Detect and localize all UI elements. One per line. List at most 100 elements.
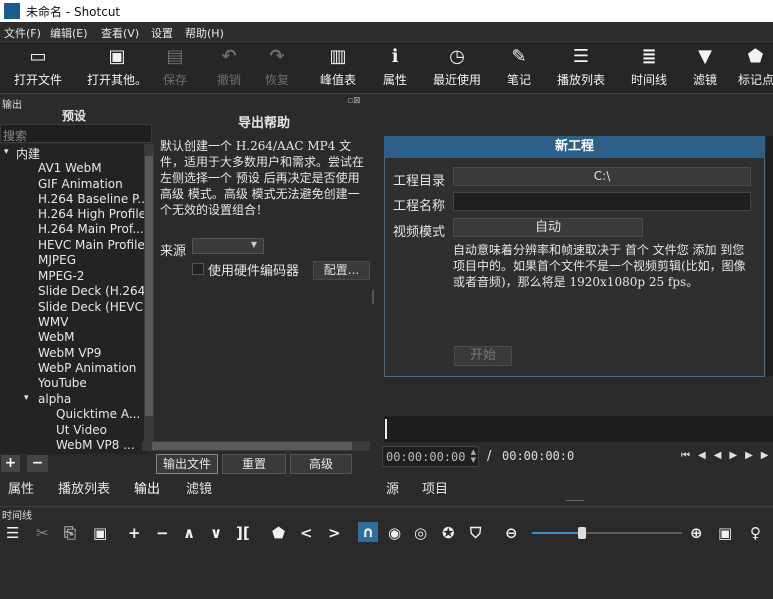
preset-item[interactable]: Quicktime A... [56,407,140,421]
project-name-input[interactable] [453,192,751,211]
tab-filters[interactable]: 滤镜 [186,478,212,497]
save-button[interactable]: ▤ 保存 [158,46,192,88]
player-tabbar: 源 项目 [384,476,773,498]
preset-scrollbar[interactable] [144,144,154,444]
preset-item[interactable]: Slide Deck (H.264) [38,284,150,298]
redo-button[interactable]: ↷ 恢复 [260,46,294,88]
preset-item[interactable]: WebM VP9 [38,346,101,360]
expand-arrow-icon[interactable]: ▾ [24,393,29,403]
scrub-icon[interactable]: ◉ [388,524,401,542]
zoom-slider[interactable] [532,527,682,539]
previous-marker-icon[interactable]: < [300,524,313,542]
ripple-all-icon[interactable]: ✪ [442,524,455,542]
export-file-button[interactable]: 输出文件 [156,454,218,474]
preset-item[interactable]: H.264 Main Prof... [38,222,144,236]
panel-splitter[interactable] [372,290,374,304]
copy-icon[interactable]: ⎘ [64,524,76,542]
snap-icon[interactable]: ∩ [358,522,378,542]
video-mode-select[interactable]: 自动 [453,218,643,237]
record-audio-icon[interactable]: ♀ [750,524,761,542]
preset-item[interactable]: HEVC Main Profile [38,238,145,252]
export-horizontal-scrollbar[interactable] [142,441,370,451]
zoom-out-icon[interactable]: ⊖ [505,524,518,542]
expand-arrow-icon[interactable]: ▾ [4,147,9,157]
menu-icon[interactable]: ☰ [6,524,19,542]
dock-float-close-icon[interactable]: ▫⊠ [347,96,361,106]
play-icon[interactable]: ▶ [729,450,745,461]
menu-edit[interactable]: 编辑(E) [50,25,88,41]
menu-file[interactable]: 文件(F) [4,25,41,41]
preset-item[interactable]: YouTube [38,376,87,390]
preset-item[interactable]: Slide Deck (HEVC) [38,300,148,314]
menu-settings[interactable]: 设置 [151,25,173,41]
playlist-button[interactable]: ☰ 播放列表 [552,46,610,88]
timeline-button[interactable]: ≣ 时间线 [626,46,672,88]
zoom-in-icon[interactable]: ⊕ [690,524,703,542]
tab-project[interactable]: 项目 [422,478,448,497]
playhead[interactable] [385,419,387,439]
project-dir-button[interactable]: C:\ [453,167,751,186]
timeline-tracks-area[interactable] [0,546,773,599]
timecode-input[interactable]: 00:00:00:00 ▲ ▼ [382,446,479,467]
zoom-slider-handle[interactable] [578,527,586,539]
horizontal-scrollbar-thumb[interactable] [152,442,352,450]
paste-icon[interactable]: ▣ [93,524,107,542]
preset-scrollbar-thumb[interactable] [145,156,153,416]
filter-button[interactable]: ▼ 滤镜 [688,46,722,88]
append-icon[interactable]: + [128,524,141,542]
add-preset-button[interactable]: + [1,455,20,472]
skip-previous-icon[interactable]: ⏮ [681,450,698,461]
preset-item[interactable]: WMV [38,315,68,329]
preset-item[interactable]: WebM [38,330,75,344]
rewind-icon[interactable]: ◀◀ [698,450,729,461]
zoom-fit-icon[interactable]: ▣ [718,524,732,542]
tab-export[interactable]: 输出 [134,478,160,497]
start-button[interactable]: 开始 [454,346,512,366]
source-select[interactable]: ▼ [192,238,264,254]
preset-item[interactable]: AV1 WebM [38,161,102,175]
split-icon[interactable]: ][ [236,524,250,542]
fast-forward-icon[interactable]: ▶▶ [745,450,773,461]
ripple-markers-icon[interactable]: ⛉ [470,524,481,542]
configure-button[interactable]: 配置... [313,261,370,280]
open-file-button[interactable]: ▭ 打开文件 [8,46,68,88]
builtin-group[interactable]: 内建 [16,145,40,162]
preset-search-input[interactable]: 搜索 [0,124,152,143]
ripple-icon[interactable]: ◎ [414,524,427,542]
undo-button[interactable]: ↶ 撤销 [212,46,246,88]
menu-help[interactable]: 帮助(H) [185,25,224,41]
recent-button[interactable]: ◷ 最近使用 [428,46,486,88]
preset-item[interactable]: MPEG-2 [38,269,84,283]
preset-item[interactable]: MJPEG [38,253,76,267]
open-other-button[interactable]: ▣ 打开其他。 [84,46,150,88]
hw-encoder-checkbox[interactable] [192,263,204,275]
tab-playlist[interactable]: 播放列表 [58,478,110,497]
menu-view[interactable]: 查看(V) [101,25,139,41]
lift-icon[interactable]: ∧ [183,524,195,542]
preset-item[interactable]: WebM VP8 ... [56,438,135,452]
tab-properties[interactable]: 属性 [8,478,34,497]
reset-button[interactable]: 重置 [222,454,286,474]
advanced-button[interactable]: 高级 [290,454,352,474]
tab-source[interactable]: 源 [386,478,399,497]
alpha-group[interactable]: alpha [38,392,71,406]
player-scrubber[interactable] [384,416,773,442]
notes-button[interactable]: ✎ 笔记 [502,46,536,88]
remove-preset-button[interactable]: − [27,455,48,472]
next-marker-icon[interactable]: > [328,524,341,542]
markers-button[interactable]: ⬟ 标记点 [738,46,773,88]
overwrite-icon[interactable]: ∨ [210,524,222,542]
cut-icon[interactable]: ✂ [36,524,49,542]
preset-item[interactable]: Ut Video [56,423,107,437]
properties-icon: ℹ [391,46,399,67]
resize-grip[interactable] [566,500,584,501]
preset-item[interactable]: H.264 High Profile [38,207,146,221]
marker-icon[interactable]: ⬟ [272,524,285,542]
preset-item[interactable]: GIF Animation [38,177,123,191]
preset-item[interactable]: H.264 Baseline P... [38,192,149,206]
spin-arrows-icon[interactable]: ▲ ▼ [471,448,476,464]
properties-button[interactable]: ℹ 属性 [378,46,412,88]
preset-item[interactable]: WebP Animation [38,361,136,375]
remove-icon[interactable]: − [156,524,169,542]
peak-meter-button[interactable]: ▥ 峰值表 [314,46,362,88]
